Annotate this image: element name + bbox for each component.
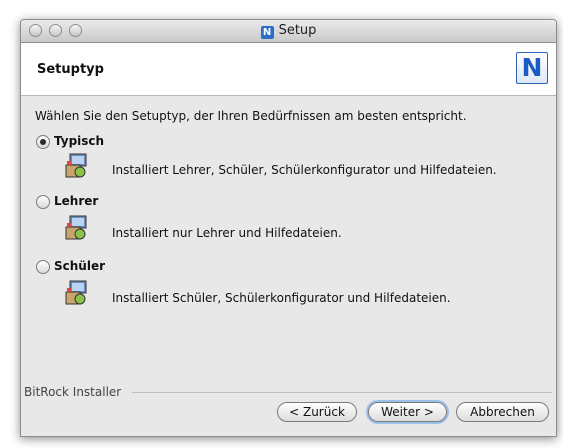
page-title: Setuptyp — [37, 62, 104, 77]
installer-package-icon — [65, 280, 87, 305]
window-title: N Setup — [21, 23, 556, 39]
option-label: Schüler — [54, 259, 106, 273]
option-description: Installiert Schüler, Schülerkonfigurator… — [112, 291, 451, 305]
installer-package-icon — [65, 153, 87, 178]
back-button[interactable]: < Zurück — [277, 402, 357, 422]
radio-typisch[interactable] — [36, 135, 50, 149]
setup-window: N Setup Setuptyp N Wählen Sie den Setupty… — [20, 19, 557, 437]
title-bar: N Setup — [21, 20, 556, 43]
radio-lehrer[interactable] — [36, 195, 50, 209]
option-description: Installiert Lehrer, Schüler, Schülerkonf… — [112, 163, 497, 177]
window-title-text: Setup — [278, 23, 317, 38]
option-label: Lehrer — [54, 194, 99, 208]
instruction-text: Wählen Sie den Setuptyp, der Ihren Bedür… — [35, 109, 467, 123]
option-label: Typisch — [54, 134, 105, 148]
installer-brand-label: BitRock Installer — [24, 385, 122, 399]
app-icon: N — [260, 26, 274, 39]
installer-package-icon — [65, 215, 87, 240]
next-button[interactable]: Weiter > — [368, 402, 447, 422]
cancel-button[interactable]: Abbrechen — [456, 402, 549, 422]
radio-schueler[interactable] — [36, 260, 50, 274]
option-description: Installiert nur Lehrer und Hilfedateien. — [112, 226, 342, 240]
wizard-header: Setuptyp N — [21, 43, 556, 96]
logo-icon: N — [516, 52, 548, 84]
footer-separator — [132, 392, 552, 393]
